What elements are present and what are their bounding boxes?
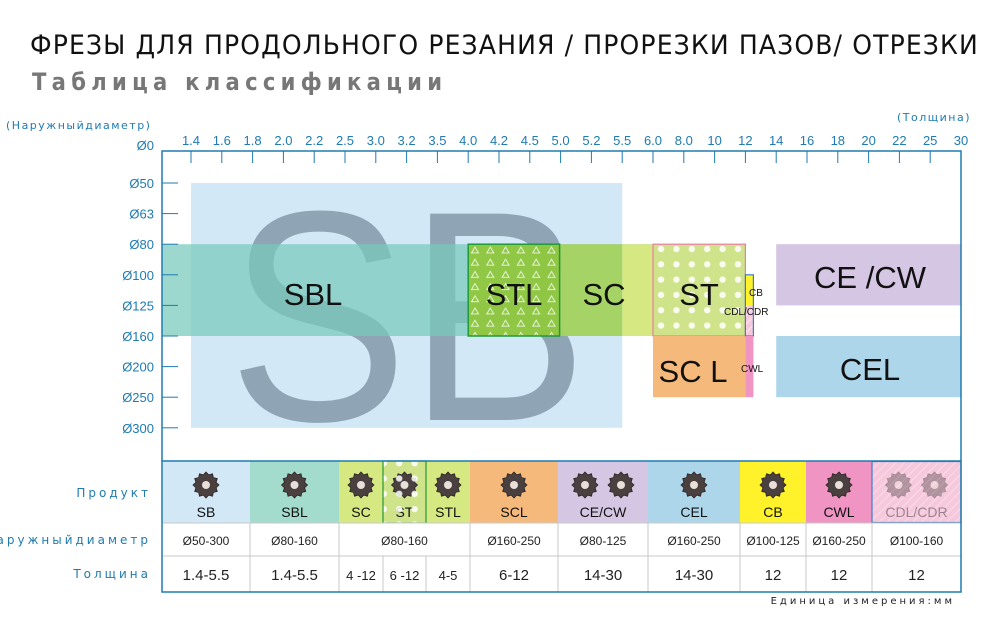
region-label-ce-cw: CE /CW [814, 260, 927, 295]
diameter-value: Ø80-160 [271, 534, 318, 548]
product-name: CWL [823, 504, 854, 520]
y-tick-label: Ø63 [129, 207, 154, 222]
x-tick-label: 14 [769, 133, 783, 148]
region-label-cdl-cdr: CDL/CDR [724, 307, 768, 318]
x-tick-label: 25 [923, 133, 937, 148]
diameter-value: Ø50-300 [183, 534, 230, 548]
thickness-value: 6-12 [499, 567, 529, 584]
diameter-value: Ø160-250 [667, 534, 721, 548]
x-tick-label: 8.0 [675, 133, 693, 148]
diameter-value: Ø160-250 [487, 534, 541, 548]
x-tick-label: 3.0 [367, 133, 385, 148]
product-cell-cdl-pattern [872, 461, 961, 523]
unit-note: Единица измерения:мм [770, 596, 955, 607]
diameter-value: Ø160-250 [812, 534, 866, 548]
y-tick-label: Ø250 [122, 390, 154, 405]
y-tick-label: Ø0 [137, 138, 154, 153]
thickness-value: 1.4-5.5 [271, 567, 318, 584]
region-label-sc: SC [582, 277, 625, 312]
thickness-value: 14-30 [675, 567, 713, 584]
thickness-value: 4-5 [439, 568, 458, 583]
thickness-value: 14-30 [584, 567, 622, 584]
thickness-value: 6 -12 [390, 568, 420, 583]
classification-chart: SB SBL STL SC ST SC L CE /CW CEL CB CDL/CDR CWL 1.4… [122, 133, 968, 593]
diameter-value: Ø80-160 [381, 534, 428, 548]
region-label-sbl: SBL [284, 277, 343, 312]
thickness-value: 12 [908, 567, 925, 584]
y-tick-label: Ø160 [122, 329, 154, 344]
x-tick-label: 1.4 [182, 133, 200, 148]
product-name: SBL [281, 504, 308, 520]
y-tick-label: Ø125 [122, 298, 154, 313]
product-cell-st-pattern [382, 460, 427, 524]
x-tick-label: 4.5 [521, 133, 539, 148]
x-tick-label: 12 [738, 133, 752, 148]
x-tick-label: 5.0 [552, 133, 570, 148]
x-tick-label: 4.2 [490, 133, 508, 148]
region-label-cel: CEL [840, 352, 900, 387]
thickness-value: 4 -12 [346, 568, 376, 583]
x-tick-label: 1.8 [244, 133, 262, 148]
x-tick-label: 4.0 [459, 133, 477, 148]
region-label-stl: STL [486, 277, 543, 312]
thickness-value: 1.4-5.5 [183, 567, 230, 584]
x-tick-label: 3.2 [398, 133, 416, 148]
product-name: CEL [680, 504, 707, 520]
diameter-value: Ø100-160 [890, 534, 944, 548]
thickness-value: 12 [831, 567, 848, 584]
x-tick-label: 10 [707, 133, 721, 148]
product-name: CE/CW [580, 504, 627, 520]
row-label-diameter: Наружныйдиаметр [0, 533, 151, 547]
region-label-scl: SC L [659, 354, 728, 389]
x-tick-label: 2.2 [305, 133, 323, 148]
y-tick-label: Ø100 [122, 268, 154, 283]
x-tick-label: 22 [892, 133, 906, 148]
product-name: SB [197, 504, 216, 520]
x-tick-label: 5.2 [582, 133, 600, 148]
x-tick-label: 1.6 [213, 133, 231, 148]
x-tick-label: 16 [800, 133, 814, 148]
y-tick-label: Ø50 [129, 176, 154, 191]
thickness-value: 12 [765, 567, 782, 584]
x-tick-label: 2.5 [336, 133, 354, 148]
y-tick-label: Ø200 [122, 360, 154, 375]
region-sc-light [622, 244, 653, 336]
x-tick-label: 5.5 [613, 133, 631, 148]
region-label-cb: CB [749, 288, 763, 299]
x-tick-label: 2.0 [274, 133, 292, 148]
product-name: SCL [500, 504, 527, 520]
x-tick-label: 3.5 [428, 133, 446, 148]
product-name: CB [763, 504, 782, 520]
y-tick-label: Ø80 [129, 237, 154, 252]
diameter-value: Ø80-125 [580, 534, 627, 548]
y-tick-label: Ø300 [122, 421, 154, 436]
row-label-thickness: Толщина [73, 567, 151, 581]
diameter-value: Ø100-125 [746, 534, 800, 548]
x-tick-label: 30 [954, 133, 968, 148]
x-tick-label: 6.0 [644, 133, 662, 148]
region-label-st: ST [679, 277, 719, 312]
x-tick-label: 20 [861, 133, 875, 148]
x-tick-label: 18 [831, 133, 845, 148]
product-name: STL [435, 504, 461, 520]
row-label-product: Продукт [76, 486, 151, 500]
region-label-cwl: CWL [741, 364, 764, 375]
product-name: SC [351, 504, 370, 520]
